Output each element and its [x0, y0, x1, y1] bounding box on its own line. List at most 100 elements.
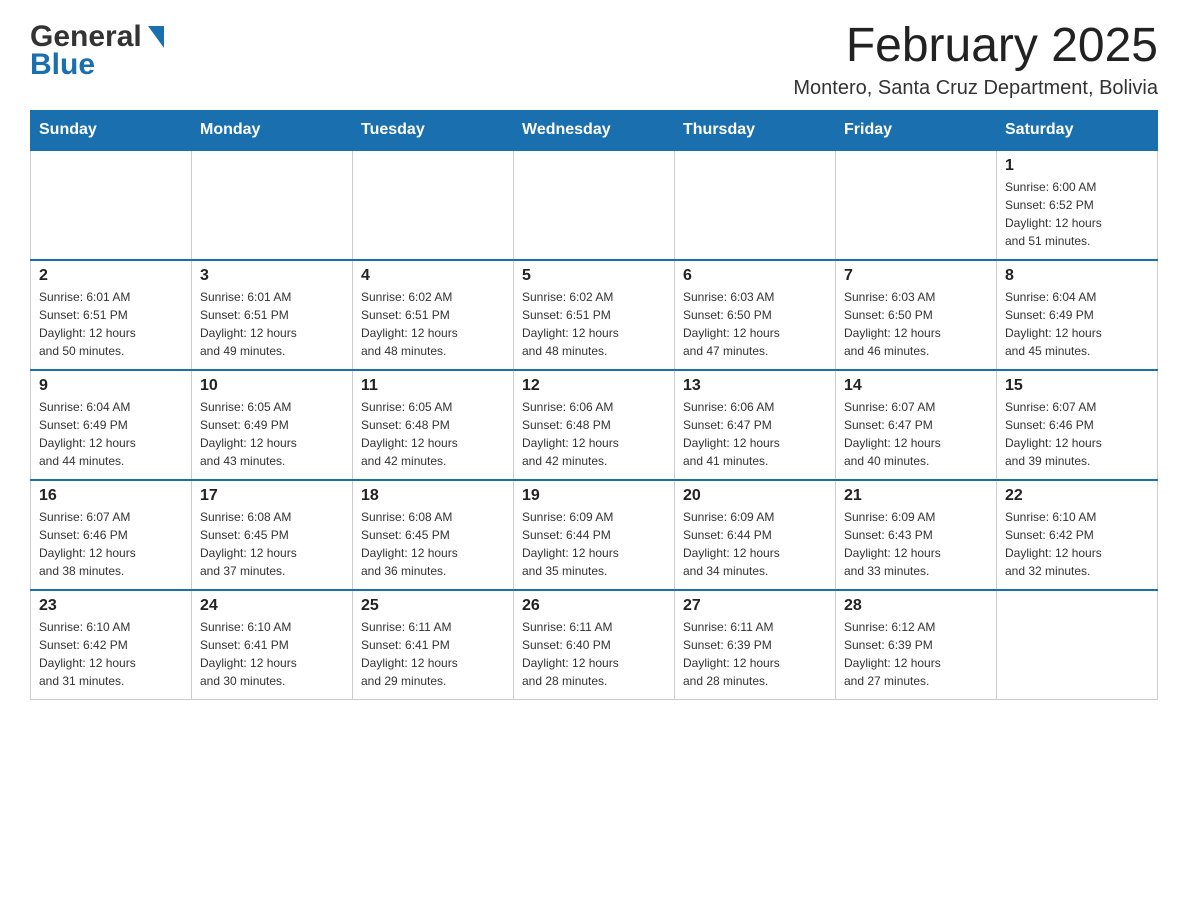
calendar-cell: 6 Sunrise: 6:03 AM Sunset: 6:50 PM Daylig…	[675, 260, 836, 370]
calendar-cell: 24 Sunrise: 6:10 AM Sunset: 6:41 PM Dayli…	[192, 590, 353, 700]
day-info: Sunrise: 6:03 AM Sunset: 6:50 PM Dayligh…	[844, 288, 988, 360]
calendar-cell: 9 Sunrise: 6:04 AM Sunset: 6:49 PM Daylig…	[31, 370, 192, 480]
day-number: 16	[39, 487, 183, 505]
calendar-cell	[675, 150, 836, 260]
day-number: 8	[1005, 267, 1149, 285]
day-number: 21	[844, 487, 988, 505]
day-number: 27	[683, 597, 827, 615]
day-number: 7	[844, 267, 988, 285]
calendar-cell: 17 Sunrise: 6:08 AM Sunset: 6:45 PM Dayli…	[192, 480, 353, 590]
day-info: Sunrise: 6:05 AM Sunset: 6:49 PM Dayligh…	[200, 398, 344, 470]
day-info: Sunrise: 6:01 AM Sunset: 6:51 PM Dayligh…	[200, 288, 344, 360]
day-number: 5	[522, 267, 666, 285]
day-info: Sunrise: 6:07 AM Sunset: 6:46 PM Dayligh…	[39, 508, 183, 580]
calendar-cell: 5 Sunrise: 6:02 AM Sunset: 6:51 PM Daylig…	[514, 260, 675, 370]
calendar-cell: 21 Sunrise: 6:09 AM Sunset: 6:43 PM Dayli…	[836, 480, 997, 590]
calendar-week-row: 1 Sunrise: 6:00 AM Sunset: 6:52 PM Daylig…	[31, 150, 1158, 260]
day-number: 20	[683, 487, 827, 505]
day-number: 11	[361, 377, 505, 395]
calendar-cell: 10Sunrise: 6:05 AM Sunset: 6:49 PM Dayli…	[192, 370, 353, 480]
calendar-cell: 8 Sunrise: 6:04 AM Sunset: 6:49 PM Daylig…	[997, 260, 1158, 370]
day-info: Sunrise: 6:00 AM Sunset: 6:52 PM Dayligh…	[1005, 178, 1149, 250]
day-info: Sunrise: 6:03 AM Sunset: 6:50 PM Dayligh…	[683, 288, 827, 360]
day-number: 3	[200, 267, 344, 285]
day-info: Sunrise: 6:06 AM Sunset: 6:47 PM Dayligh…	[683, 398, 827, 470]
day-info: Sunrise: 6:04 AM Sunset: 6:49 PM Dayligh…	[39, 398, 183, 470]
calendar-cell: 13 Sunrise: 6:06 AM Sunset: 6:47 PM Dayli…	[675, 370, 836, 480]
day-info: Sunrise: 6:08 AM Sunset: 6:45 PM Dayligh…	[361, 508, 505, 580]
day-info: Sunrise: 6:09 AM Sunset: 6:44 PM Dayligh…	[522, 508, 666, 580]
calendar-header-friday: Friday	[836, 110, 997, 150]
calendar-cell: 3 Sunrise: 6:01 AM Sunset: 6:51 PM Daylig…	[192, 260, 353, 370]
day-number: 13	[683, 377, 827, 395]
day-info: Sunrise: 6:11 AM Sunset: 6:40 PM Dayligh…	[522, 618, 666, 690]
day-info: Sunrise: 6:10 AM Sunset: 6:42 PM Dayligh…	[1005, 508, 1149, 580]
day-info: Sunrise: 6:11 AM Sunset: 6:39 PM Dayligh…	[683, 618, 827, 690]
day-info: Sunrise: 6:12 AM Sunset: 6:39 PM Dayligh…	[844, 618, 988, 690]
calendar-cell	[353, 150, 514, 260]
calendar-cell: 26 Sunrise: 6:11 AM Sunset: 6:40 PM Dayli…	[514, 590, 675, 700]
day-number: 17	[200, 487, 344, 505]
day-info: Sunrise: 6:07 AM Sunset: 6:47 PM Dayligh…	[844, 398, 988, 470]
day-info: Sunrise: 6:05 AM Sunset: 6:48 PM Dayligh…	[361, 398, 505, 470]
calendar-week-row: 9 Sunrise: 6:04 AM Sunset: 6:49 PM Daylig…	[31, 370, 1158, 480]
calendar-cell: 11 Sunrise: 6:05 AM Sunset: 6:48 PM Dayli…	[353, 370, 514, 480]
calendar-cell: 15 Sunrise: 6:07 AM Sunset: 6:46 PM Dayli…	[997, 370, 1158, 480]
day-number: 22	[1005, 487, 1149, 505]
day-number: 14	[844, 377, 988, 395]
day-info: Sunrise: 6:10 AM Sunset: 6:41 PM Dayligh…	[200, 618, 344, 690]
calendar-cell: 12 Sunrise: 6:06 AM Sunset: 6:48 PM Dayli…	[514, 370, 675, 480]
logo: General Blue	[30, 20, 166, 82]
day-number: 18	[361, 487, 505, 505]
day-number: 28	[844, 597, 988, 615]
calendar-header-sunday: Sunday	[31, 110, 192, 150]
calendar-header-tuesday: Tuesday	[353, 110, 514, 150]
calendar-cell: 18 Sunrise: 6:08 AM Sunset: 6:45 PM Dayli…	[353, 480, 514, 590]
day-info: Sunrise: 6:10 AM Sunset: 6:42 PM Dayligh…	[39, 618, 183, 690]
day-info: Sunrise: 6:02 AM Sunset: 6:51 PM Dayligh…	[522, 288, 666, 360]
calendar-cell: 1 Sunrise: 6:00 AM Sunset: 6:52 PM Daylig…	[997, 150, 1158, 260]
day-info: Sunrise: 6:09 AM Sunset: 6:43 PM Dayligh…	[844, 508, 988, 580]
day-number: 4	[361, 267, 505, 285]
calendar-cell: 7 Sunrise: 6:03 AM Sunset: 6:50 PM Daylig…	[836, 260, 997, 370]
calendar-cell	[514, 150, 675, 260]
day-info: Sunrise: 6:02 AM Sunset: 6:51 PM Dayligh…	[361, 288, 505, 360]
location-title: Montero, Santa Cruz Department, Bolivia	[793, 77, 1158, 100]
day-info: Sunrise: 6:08 AM Sunset: 6:45 PM Dayligh…	[200, 508, 344, 580]
logo-triangle-icon	[144, 24, 166, 52]
calendar-week-row: 16 Sunrise: 6:07 AM Sunset: 6:46 PM Dayli…	[31, 480, 1158, 590]
calendar-cell: 23 Sunrise: 6:10 AM Sunset: 6:42 PM Dayli…	[31, 590, 192, 700]
calendar-header-wednesday: Wednesday	[514, 110, 675, 150]
day-number: 23	[39, 597, 183, 615]
calendar-cell	[997, 590, 1158, 700]
calendar-week-row: 23 Sunrise: 6:10 AM Sunset: 6:42 PM Dayli…	[31, 590, 1158, 700]
day-info: Sunrise: 6:09 AM Sunset: 6:44 PM Dayligh…	[683, 508, 827, 580]
calendar-cell: 28 Sunrise: 6:12 AM Sunset: 6:39 PM Dayli…	[836, 590, 997, 700]
day-number: 1	[1005, 157, 1149, 175]
calendar-cell: 20 Sunrise: 6:09 AM Sunset: 6:44 PM Dayli…	[675, 480, 836, 590]
day-number: 6	[683, 267, 827, 285]
day-number: 9	[39, 377, 183, 395]
day-number: 19	[522, 487, 666, 505]
day-number: 12	[522, 377, 666, 395]
day-info: Sunrise: 6:11 AM Sunset: 6:41 PM Dayligh…	[361, 618, 505, 690]
day-info: Sunrise: 6:04 AM Sunset: 6:49 PM Dayligh…	[1005, 288, 1149, 360]
calendar-cell: 22 Sunrise: 6:10 AM Sunset: 6:42 PM Dayli…	[997, 480, 1158, 590]
day-info: Sunrise: 6:06 AM Sunset: 6:48 PM Dayligh…	[522, 398, 666, 470]
calendar-header-row: SundayMondayTuesdayWednesdayThursdayFrid…	[31, 110, 1158, 150]
day-info: Sunrise: 6:01 AM Sunset: 6:51 PM Dayligh…	[39, 288, 183, 360]
page-header: General Blue February 2025 Montero, Sant…	[30, 20, 1158, 100]
day-number: 26	[522, 597, 666, 615]
day-number: 2	[39, 267, 183, 285]
day-number: 24	[200, 597, 344, 615]
day-number: 15	[1005, 377, 1149, 395]
calendar-cell: 2 Sunrise: 6:01 AM Sunset: 6:51 PM Daylig…	[31, 260, 192, 370]
calendar-cell	[192, 150, 353, 260]
calendar-week-row: 2 Sunrise: 6:01 AM Sunset: 6:51 PM Daylig…	[31, 260, 1158, 370]
logo-blue-text: Blue	[30, 48, 95, 82]
calendar-cell: 25Sunrise: 6:11 AM Sunset: 6:41 PM Dayli…	[353, 590, 514, 700]
calendar-cell: 27 Sunrise: 6:11 AM Sunset: 6:39 PM Dayli…	[675, 590, 836, 700]
day-info: Sunrise: 6:07 AM Sunset: 6:46 PM Dayligh…	[1005, 398, 1149, 470]
calendar-cell: 14 Sunrise: 6:07 AM Sunset: 6:47 PM Dayli…	[836, 370, 997, 480]
title-area: February 2025 Montero, Santa Cruz Depart…	[793, 20, 1158, 100]
